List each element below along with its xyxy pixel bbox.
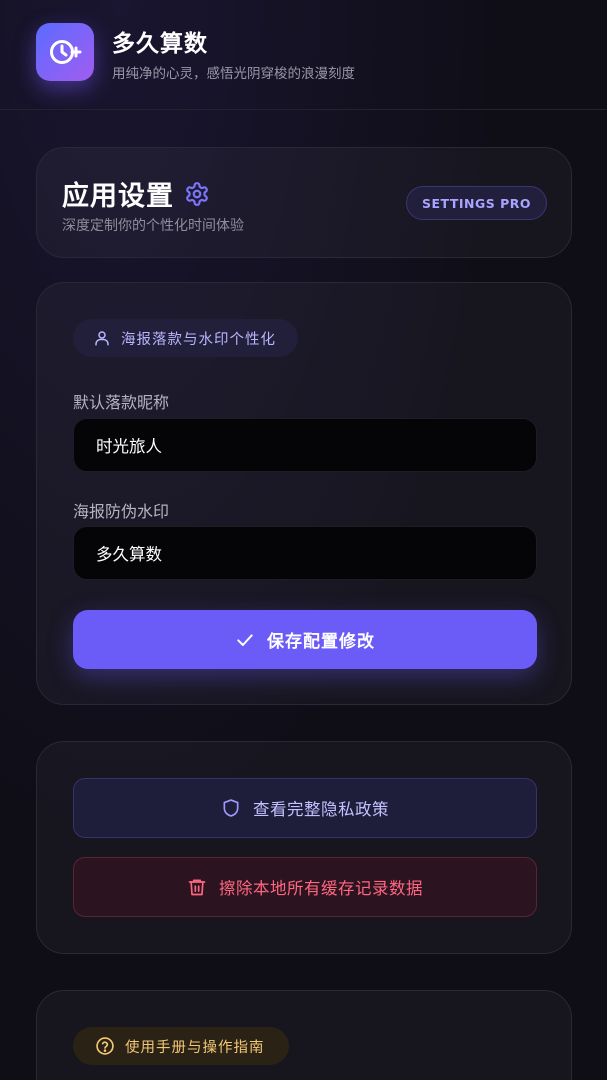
nickname-label: 默认落款昵称	[73, 393, 170, 412]
page-title-text: 应用设置	[62, 181, 174, 212]
data-actions-card: 查看完整隐私政策 擦除本地所有缓存记录数据	[36, 741, 572, 954]
settings-pro-badge: SETTINGS PRO	[405, 186, 547, 220]
watermark-label: 海报防伪水印	[73, 502, 170, 521]
page-title: 应用设置	[62, 174, 210, 213]
poster-section-chip: 海报落款与水印个性化	[73, 319, 298, 357]
app-header: 多久算数 用纯净的心灵，感悟光阴穿梭的浪漫刻度	[0, 0, 607, 110]
settings-header-card: 应用设置 深度定制你的个性化时间体验 SETTINGS PRO	[36, 147, 572, 258]
user-icon	[93, 329, 111, 347]
help-circle-icon	[95, 1036, 115, 1056]
clear-cache-button[interactable]: 擦除本地所有缓存记录数据	[73, 857, 537, 917]
gear-icon	[184, 181, 210, 207]
trash-icon	[187, 876, 207, 898]
save-config-button[interactable]: 保存配置修改	[73, 610, 537, 669]
nickname-input[interactable]	[73, 418, 537, 472]
privacy-policy-label: 查看完整隐私政策	[253, 800, 389, 819]
watermark-input[interactable]	[73, 526, 537, 580]
app-title: 多久算数	[112, 31, 208, 57]
guide-section-chip[interactable]: 使用手册与操作指南	[73, 1027, 289, 1065]
save-config-label: 保存配置修改	[267, 632, 375, 652]
poster-section-label: 海报落款与水印个性化	[121, 331, 276, 348]
poster-settings-card: 海报落款与水印个性化 默认落款昵称 海报防伪水印 保存配置修改	[36, 282, 572, 705]
app-subtitle: 用纯净的心灵，感悟光阴穿梭的浪漫刻度	[112, 66, 355, 82]
guide-section-label: 使用手册与操作指南	[125, 1039, 265, 1056]
check-icon	[235, 630, 255, 650]
clock-plus-icon	[36, 23, 94, 81]
shield-icon	[221, 797, 241, 819]
privacy-policy-button[interactable]: 查看完整隐私政策	[73, 778, 537, 838]
page-subtitle: 深度定制你的个性化时间体验	[62, 218, 244, 234]
clear-cache-label: 擦除本地所有缓存记录数据	[219, 879, 423, 898]
guide-card: 使用手册与操作指南	[36, 990, 572, 1080]
